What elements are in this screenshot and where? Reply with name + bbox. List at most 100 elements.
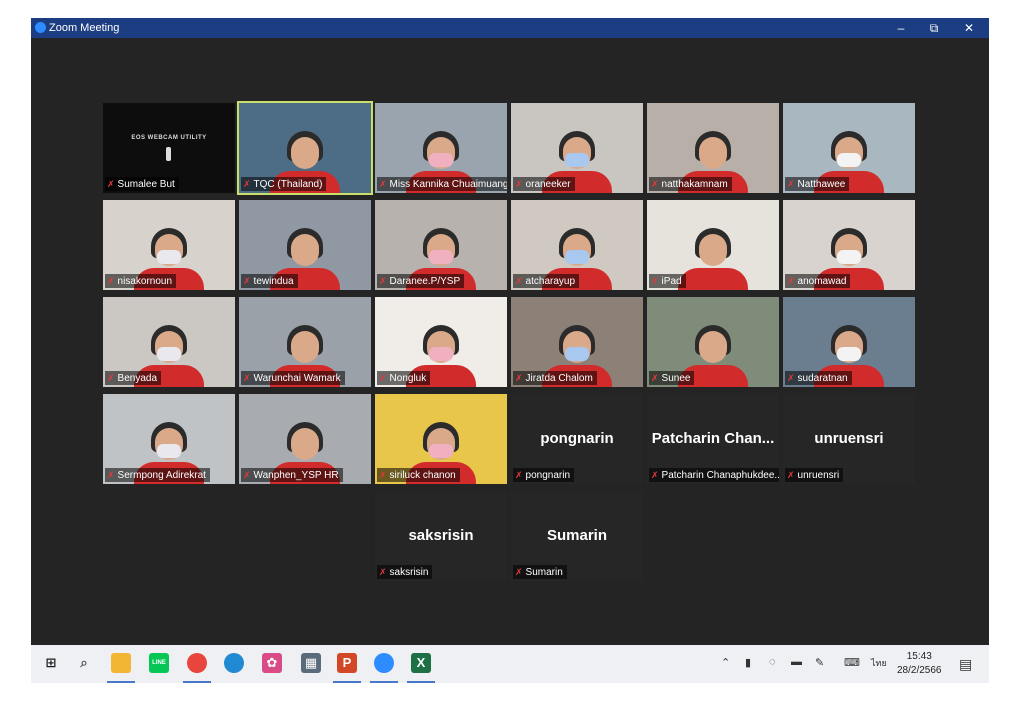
participant-tile[interactable]: ✗ sudaratnan (783, 297, 915, 387)
muted-mic-icon: ✗ (515, 373, 523, 383)
participant-name-label: ✗ iPad (649, 274, 686, 288)
participant-face (291, 137, 319, 169)
participant-name-label: ✗ oraneeker (513, 177, 575, 191)
webcam-utility-text: EOS WEBCAM UTILITY (131, 135, 207, 141)
muted-mic-icon: ✗ (107, 470, 115, 480)
line-icon[interactable]: LINE (149, 653, 169, 673)
zoom-icon[interactable] (374, 653, 394, 673)
participant-tile[interactable]: EOS WEBCAM UTILITY ✗ Sumalee But (103, 103, 235, 193)
pinwheel-icon[interactable]: ✿ (262, 653, 282, 673)
participant-tile[interactable]: ✗ atcharayup (511, 200, 643, 290)
microphone-icon[interactable]: ▮ (745, 656, 751, 669)
window-title: Zoom Meeting (49, 22, 120, 34)
clock-date: 28/2/2566 (897, 665, 942, 676)
minimize-button[interactable]: – (889, 19, 913, 37)
participant-tile[interactable]: ✗ Nongluk (375, 297, 507, 387)
show-hidden-icons[interactable]: ⌃ (721, 656, 730, 669)
participant-mask (565, 153, 589, 167)
participant-name-label: ✗ unruensri (785, 468, 844, 482)
participant-name: Sumalee But (117, 179, 175, 190)
participant-tile[interactable]: Sumarin ✗ Sumarin (511, 491, 643, 581)
title-bar[interactable]: Zoom Meeting – ⧉ ✕ (31, 18, 989, 38)
file-explorer-icon[interactable] (111, 653, 131, 673)
participant-name-label: ✗ Daranee.P/YSP (377, 274, 465, 288)
participant-display-name: Patcharin Chan... (651, 430, 775, 447)
excel-icon[interactable]: X (411, 653, 431, 673)
chrome-icon[interactable] (187, 653, 207, 673)
participant-mask (429, 250, 453, 264)
muted-mic-icon: ✗ (379, 179, 387, 189)
pen-icon[interactable]: ✎ (815, 656, 824, 669)
powerpoint-icon[interactable]: P (337, 653, 357, 673)
battery-icon[interactable]: ▬ (791, 656, 802, 668)
participant-tile[interactable]: ✗ Daranee.P/YSP (375, 200, 507, 290)
participant-tile[interactable]: Patcharin Chan... ✗ Patcharin Chanaphukdee… (647, 394, 779, 484)
participant-name-label: ✗ saksrisin (377, 565, 433, 579)
muted-mic-icon: ✗ (787, 470, 795, 480)
participant-name: Daranee.P/YSP (389, 276, 461, 287)
running-indicator (333, 681, 361, 683)
participant-tile[interactable]: ✗ Sermpong Adirekrat (103, 394, 235, 484)
participant-name: siriluck chanon (389, 470, 456, 481)
system-clock[interactable]: 15:43 28/2/2566 (897, 650, 942, 678)
search-icon[interactable]: ⌕ (74, 653, 94, 673)
participant-face (699, 331, 727, 363)
participant-mask (429, 153, 453, 167)
participant-mask (565, 347, 589, 361)
participant-tile[interactable]: ✗ Miss Kannika Chuaimuang (375, 103, 507, 193)
close-button[interactable]: ✕ (957, 19, 981, 37)
windows-start-icon[interactable]: ⊞ (41, 653, 61, 673)
muted-mic-icon: ✗ (107, 276, 115, 286)
muted-mic-icon: ✗ (651, 276, 659, 286)
running-indicator (370, 681, 398, 683)
calculator-icon[interactable]: ▦ (301, 653, 321, 673)
participant-tile[interactable]: ✗ siriluck chanon (375, 394, 507, 484)
participant-mask (837, 250, 861, 264)
participant-name-label: ✗ Sumarin (513, 565, 567, 579)
notifications-icon[interactable]: ▤ (959, 656, 972, 673)
participant-name: nisakornoun (117, 276, 173, 287)
participant-name-label: ✗ Sumalee But (105, 177, 179, 191)
participant-tile[interactable]: ✗ iPad (647, 200, 779, 290)
input-language[interactable]: ไทย (871, 656, 887, 670)
participant-tile[interactable]: ✗ tewindua (239, 200, 371, 290)
muted-mic-icon: ✗ (243, 373, 251, 383)
participant-name: Sunee (661, 373, 691, 384)
participant-tile[interactable]: ✗ anomawad (783, 200, 915, 290)
participant-face (291, 234, 319, 266)
participant-tile[interactable]: ✗ Jiratda Chalom (511, 297, 643, 387)
muted-mic-icon: ✗ (243, 179, 251, 189)
participant-tile[interactable]: pongnarin ✗ pongnarin (511, 394, 643, 484)
running-indicator (183, 681, 211, 683)
participant-mask (429, 444, 453, 458)
restore-button[interactable]: ⧉ (922, 19, 946, 37)
muted-mic-icon: ✗ (787, 276, 795, 286)
muted-mic-icon: ✗ (515, 276, 523, 286)
participant-name: atcharayup (525, 276, 576, 287)
participant-name-label: ✗ anomawad (785, 274, 851, 288)
keyboard-icon[interactable]: ⌨ (844, 656, 860, 669)
participant-tile[interactable]: ✗ Benyada (103, 297, 235, 387)
participant-name-label: ✗ Nongluk (377, 371, 431, 385)
edge-icon[interactable] (224, 653, 244, 673)
participant-tile[interactable]: ✗ natthakamnam (647, 103, 779, 193)
muted-mic-icon: ✗ (515, 179, 523, 189)
participant-tile[interactable]: unruensri ✗ unruensri (783, 394, 915, 484)
participant-name-label: ✗ nisakornoun (105, 274, 177, 288)
participant-display-name: pongnarin (540, 430, 614, 447)
participant-tile[interactable]: ✗ Wanphen_YSP HR (239, 394, 371, 484)
participant-tile[interactable]: ✗ Warunchai Wamark (239, 297, 371, 387)
participant-name-label: ✗ Patcharin Chanaphukdee... (649, 468, 779, 482)
participant-face (699, 234, 727, 266)
muted-mic-icon: ✗ (651, 373, 659, 383)
participant-name: Benyada (117, 373, 158, 384)
participant-tile[interactable]: ✗ Sunee (647, 297, 779, 387)
participant-name: saksrisin (389, 567, 429, 578)
participant-tile[interactable]: ✗ oraneeker (511, 103, 643, 193)
participant-tile[interactable]: ✗ nisakornoun (103, 200, 235, 290)
participant-tile[interactable]: ✗ TQC (Thailand) (237, 101, 373, 195)
participant-name: Jiratda Chalom (525, 373, 593, 384)
participant-tile[interactable]: saksrisin ✗ saksrisin (375, 491, 507, 581)
network-icon[interactable]: ◌ (769, 656, 776, 668)
participant-tile[interactable]: ✗ Natthawee (783, 103, 915, 193)
